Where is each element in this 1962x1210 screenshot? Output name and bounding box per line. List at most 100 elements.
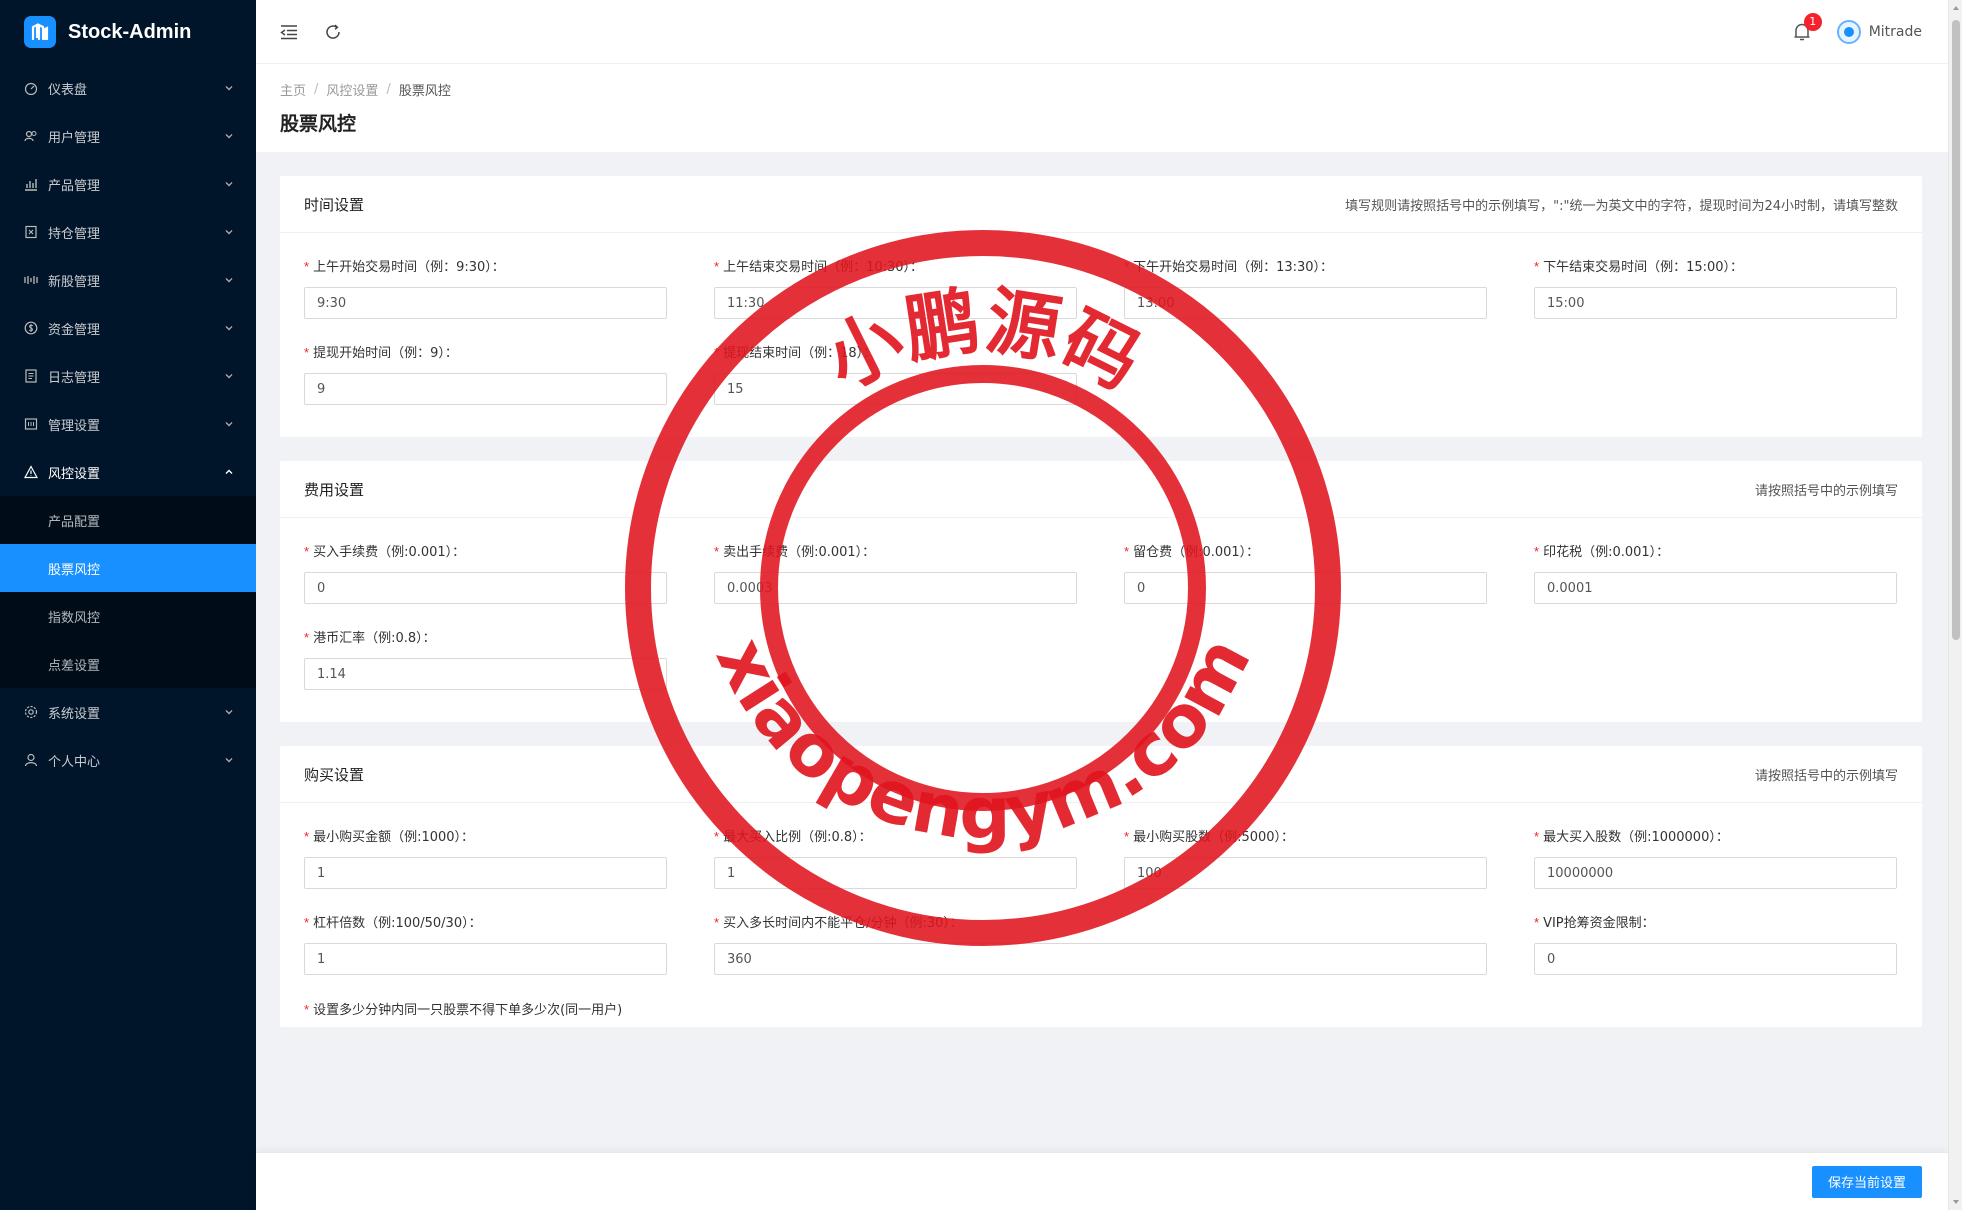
breadcrumb-home[interactable]: 主页: [280, 80, 306, 99]
field-label: 杠杆倍数（例:100/50/30）：: [313, 916, 482, 931]
card-title: 时间设置: [304, 195, 365, 214]
sidebar-item-label: 系统设置: [48, 706, 101, 722]
sidebar-item-label: 风控设置: [48, 466, 101, 482]
brand[interactable]: Stock-Admin: [0, 0, 256, 64]
form-field: * VIP抢筹资金限制：: [1534, 913, 1897, 975]
chevron-down-icon: [224, 227, 234, 237]
form-field: * 最小购买股数（例:5000）：: [1124, 827, 1487, 889]
field-label: 买入多长时间内不能平仓/分钟（例:30）：: [723, 916, 963, 931]
scroll-up-icon: [1953, 6, 1959, 10]
buy-fee-input[interactable]: [304, 572, 667, 604]
sidebar: Stock-Admin 仪表盘 用户管理 产品管理 持仓管理 新股管理 资金管理…: [0, 0, 256, 1210]
am-close-time-input[interactable]: [714, 287, 1077, 319]
form-field: * 印花税（例:0.001）：: [1534, 542, 1897, 604]
form-field: * 下午结束交易时间（例：15:00）：: [1534, 257, 1897, 319]
sidebar-item-label: 资金管理: [48, 322, 101, 338]
dashboard-icon: [24, 81, 38, 95]
chevron-down-icon: [224, 131, 234, 141]
sidebar-subitem-spread[interactable]: 点差设置: [0, 640, 256, 688]
sell-fee-input[interactable]: [714, 572, 1077, 604]
logo-icon: [24, 16, 56, 48]
scroll-thumb[interactable]: [1952, 20, 1960, 640]
sidebar-item-logs[interactable]: 日志管理: [0, 352, 256, 400]
chevron-down-icon: [224, 83, 234, 93]
chevron-down-icon: [224, 755, 234, 765]
sidebar-item-label: 产品管理: [48, 178, 101, 194]
sidebar-item-funds[interactable]: 资金管理: [0, 304, 256, 352]
form-field: * 上午结束交易时间（例：10:30）：: [714, 257, 1077, 319]
pm-open-time-input[interactable]: [1124, 287, 1487, 319]
sidebar-item-positions[interactable]: 持仓管理: [0, 208, 256, 256]
field-label: 印花税（例:0.001）：: [1543, 545, 1670, 560]
stamp-duty-input[interactable]: [1534, 572, 1897, 604]
sidebar-item-label: 个人中心: [48, 754, 101, 770]
max-buy-shares-input[interactable]: [1534, 857, 1897, 889]
form-field: * 最大买入比例（例:0.8）：: [714, 827, 1077, 889]
form-field: * 提现结束时间（例：18）：: [714, 343, 1077, 405]
no-close-minutes-input[interactable]: [714, 943, 1487, 975]
pm-close-time-input[interactable]: [1534, 287, 1897, 319]
chevron-down-icon: [224, 179, 234, 189]
fee-settings-card: 费用设置 请按照括号中的示例填写 *买入手续费（例:0.001）： *卖出手续费…: [280, 461, 1922, 722]
form-field: * 上午开始交易时间（例：9:30）：: [304, 257, 667, 319]
form-field: * 留仓费（例:0.001）：: [1124, 542, 1487, 604]
ipo-icon: [24, 273, 38, 287]
chevron-down-icon: [224, 323, 234, 333]
sidebar-item-risk[interactable]: 风控设置: [0, 448, 256, 496]
vip-fund-limit-input[interactable]: [1534, 943, 1897, 975]
max-buy-ratio-input[interactable]: [714, 857, 1077, 889]
field-label: 提现结束时间（例：18）：: [723, 346, 877, 361]
form-field: * 最大买入股数（例:1000000）：: [1534, 827, 1897, 889]
sidebar-item-dashboard[interactable]: 仪表盘: [0, 64, 256, 112]
position-icon: [24, 225, 38, 239]
form-field: * 买入多长时间内不能平仓/分钟（例:30）：: [714, 913, 1487, 975]
warning-icon: [24, 465, 38, 479]
hkd-rate-input[interactable]: [304, 658, 667, 690]
field-label: 上午结束交易时间（例：10:30）：: [723, 260, 924, 275]
chevron-down-icon: [224, 371, 234, 381]
menu-fold-icon[interactable]: [278, 21, 300, 43]
main-content: 时间设置 填写规则请按照括号中的示例填写，":"统一为英文中的字符，提现时间为2…: [256, 152, 1948, 1210]
card-hint: 请按照括号中的示例填写: [1754, 483, 1898, 499]
min-buy-amount-input[interactable]: [304, 857, 667, 889]
field-label: 最大买入股数（例:1000000）：: [1543, 830, 1729, 845]
am-open-time-input[interactable]: [304, 287, 667, 319]
sidebar-item-system[interactable]: 系统设置: [0, 688, 256, 736]
buy-settings-card: 购买设置 请按照括号中的示例填写 *最小购买金额（例:1000）： *最大买入比…: [280, 746, 1922, 1027]
user-icon: [24, 753, 38, 767]
field-label: 留仓费（例:0.001）：: [1133, 545, 1260, 560]
notification-bell[interactable]: 1: [1793, 12, 1822, 42]
sidebar-subitem-index-risk[interactable]: 指数风控: [0, 592, 256, 640]
sidebar-item-profile[interactable]: 个人中心: [0, 736, 256, 784]
overnight-fee-input[interactable]: [1124, 572, 1487, 604]
min-buy-shares-input[interactable]: [1124, 857, 1487, 889]
sidebar-subitem-stock-risk[interactable]: 股票风控: [0, 544, 256, 592]
form-field: * 提现开始时间（例：9）：: [304, 343, 667, 405]
avatar[interactable]: [1836, 19, 1861, 44]
save-button[interactable]: 保存当前设置: [1811, 1165, 1922, 1198]
field-label: 买入手续费（例:0.001）：: [313, 545, 466, 560]
sidebar-item-ipo[interactable]: 新股管理: [0, 256, 256, 304]
field-label: 上午开始交易时间（例：9:30）：: [313, 260, 505, 275]
sidebar-item-admin[interactable]: 管理设置: [0, 400, 256, 448]
chevron-up-icon: [224, 467, 234, 477]
form-field: * 买入手续费（例:0.001）：: [304, 542, 667, 604]
breadcrumb-parent[interactable]: 风控设置: [326, 80, 378, 99]
leverage-input[interactable]: [304, 943, 667, 975]
reload-icon[interactable]: [322, 21, 344, 43]
username[interactable]: Mitrade: [1869, 24, 1922, 40]
field-label: VIP抢筹资金限制：: [1543, 916, 1655, 931]
withdraw-end-input[interactable]: [714, 373, 1077, 405]
users-icon: [24, 129, 38, 143]
field-label: 提现开始时间（例：9）：: [313, 346, 458, 361]
field-label: 最大买入比例（例:0.8）：: [723, 830, 872, 845]
sidebar-subitem-product-config[interactable]: 产品配置: [0, 496, 256, 544]
scrollbar[interactable]: [1948, 0, 1962, 1210]
field-label: 下午结束交易时间（例：15:00）：: [1543, 260, 1744, 275]
withdraw-start-input[interactable]: [304, 373, 667, 405]
sidebar-item-products[interactable]: 产品管理: [0, 160, 256, 208]
sidebar-item-users[interactable]: 用户管理: [0, 112, 256, 160]
sidebar-item-label: 仪表盘: [48, 82, 88, 98]
form-field: * 杠杆倍数（例:100/50/30）：: [304, 913, 667, 975]
field-label: 设置多少分钟内同一只股票不得下单多少次(同一用户): [313, 1003, 623, 1018]
